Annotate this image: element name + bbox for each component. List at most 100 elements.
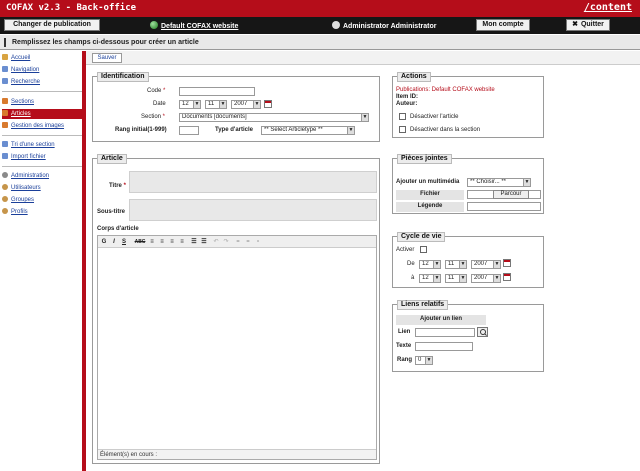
anchor-button[interactable]: ⚬ [254,238,262,246]
italic-button[interactable]: I [110,238,118,246]
date-label: Date [153,101,166,107]
bold-button[interactable]: G [100,238,108,246]
from-year-select[interactable]: 2007 ▼ [471,260,501,269]
link-input[interactable] [415,328,475,337]
code-input[interactable] [179,87,255,96]
date-day-select[interactable]: 12 ▼ [179,100,201,109]
align-center-button[interactable]: ≡ [158,238,166,246]
sidebar-item-label: Tri d'une section [11,142,55,148]
editor-toolbar: G I S ABC ≡ ≡ ≡ ≡ ☰ ☰ ↶ ↷ ⚭ ⚭ ⚬ [98,236,376,248]
sidebar-item-navigation[interactable]: Navigation [2,65,82,75]
bullet-list-button[interactable]: ☰ [190,238,198,246]
sidebar-item-import[interactable]: Import fichier [2,152,82,162]
subtitle-input[interactable] [129,199,377,221]
calendar-icon[interactable] [503,259,511,267]
title-bar: COFAX v2.3 - Back-office /content [0,0,640,17]
disable-in-section-checkbox[interactable] [399,126,406,133]
sidebar-item-label: Import fichier [11,154,46,160]
link-rank-select[interactable]: 0 ▼ [415,356,433,365]
link-label: Lien [398,329,411,335]
sidebar-item-profiles[interactable]: Profils [2,207,82,217]
activate-label: Activer [396,247,415,253]
date-month-select[interactable]: 11 ▼ [205,100,227,109]
align-right-button[interactable]: ≡ [168,238,176,246]
section-select[interactable]: Documents [documents] ▼ [179,113,369,122]
undo-button[interactable]: ↶ [212,238,220,246]
home-icon [2,54,8,60]
justify-button[interactable]: ≡ [178,238,186,246]
numbered-list-button[interactable]: ☰ [200,238,208,246]
sidebar-divider [2,91,82,92]
navigation-icon [2,66,8,72]
actions-legend: Actions [397,72,431,82]
save-button[interactable]: Sauver [92,53,122,63]
calendar-icon[interactable] [264,100,272,108]
activate-checkbox[interactable] [420,246,427,253]
file-label: Fichier [396,190,464,200]
from-month-select[interactable]: 11 ▼ [445,260,467,269]
calendar-icon[interactable] [503,273,511,281]
site-link-label: Default COFAX website [161,23,239,30]
sidebar-item-groups[interactable]: Groupes [2,195,82,205]
sidebar-item-images[interactable]: Gestion des images [2,121,82,131]
from-label: De [407,261,415,267]
date-year-select[interactable]: 2007 ▼ [231,100,261,109]
sidebar-divider [2,135,82,136]
attachments-legend: Pièces jointes [397,154,452,164]
to-month-select[interactable]: 11 ▼ [445,274,467,283]
text-input[interactable] [415,342,473,351]
content-link[interactable]: /content [584,2,632,13]
disable-article-checkbox[interactable] [399,113,406,120]
user-icon [332,21,340,29]
change-publication-button[interactable]: Changer de publication [4,19,100,31]
sections-icon [2,98,8,104]
browse-button[interactable]: Parcour [493,190,529,199]
quit-button[interactable]: ✖ Quitter [566,19,610,31]
article-legend: Article [97,154,127,164]
from-day-select[interactable]: 12 ▼ [419,260,441,269]
site-link[interactable]: Default COFAX website [150,21,238,30]
caption-input[interactable] [467,202,541,211]
article-type-label: Type d'article [215,127,253,133]
users-icon [2,184,8,190]
link-button[interactable]: ⚭ [234,238,242,246]
sidebar-item-label: Articles [11,111,31,117]
add-link-header[interactable]: Ajouter un lien [396,315,486,325]
add-media-select[interactable]: ** Choisir... ** ▼ [467,178,531,187]
info-message: Remplissez les champs ci-dessous pour cr… [12,39,199,46]
to-day-select[interactable]: 12 ▼ [419,274,441,283]
article-panel: Article Titre * Sous-titre Corps d'artic… [92,154,380,464]
sidebar-item-articles[interactable]: Articles [2,109,82,119]
sidebar-item-administration[interactable]: Administration [2,171,82,181]
strikethrough-button[interactable]: ABC [134,238,146,246]
attachments-panel: Pièces jointes Ajouter un multimédia ** … [392,154,544,214]
sidebar-edge [82,51,86,471]
sidebar-item-label: Navigation [11,67,40,73]
articles-icon [2,110,8,116]
import-icon [2,153,8,159]
sidebar-item-sections[interactable]: Sections [2,97,82,107]
redo-button[interactable]: ↷ [222,238,230,246]
sidebar-item-label: Administration [11,173,50,179]
sidebar-item-users[interactable]: Utilisateurs [2,183,82,193]
top-bar: Changer de publication Default COFAX web… [0,17,640,34]
search-link-icon[interactable] [477,327,488,337]
sidebar-item-sort-section[interactable]: Tri d'une section [2,140,82,150]
my-account-button[interactable]: Mon compte [476,19,530,31]
sidebar-item-recherche[interactable]: Recherche [2,77,82,87]
rank-input[interactable] [179,126,199,135]
images-icon [2,122,8,128]
globe-icon [150,21,158,29]
publications-info: Publications: Default COFAX website [396,87,495,93]
sidebar-item-label: Gestion des images [11,123,65,129]
align-left-button[interactable]: ≡ [148,238,156,246]
title-input[interactable] [129,171,377,193]
section-label: Section * [141,114,166,120]
current-user: Administrator Administrator [332,21,436,30]
underline-button[interactable]: S [120,238,128,246]
article-type-select[interactable]: ** Select Articletype ** ▼ [261,126,355,135]
to-year-select[interactable]: 2007 ▼ [471,274,501,283]
unlink-button[interactable]: ⚭ [244,238,252,246]
body-editor[interactable]: G I S ABC ≡ ≡ ≡ ≡ ☰ ☰ ↶ ↷ ⚭ ⚭ ⚬ Élément(… [97,235,377,460]
sidebar-item-accueil[interactable]: Accueil [2,53,82,63]
